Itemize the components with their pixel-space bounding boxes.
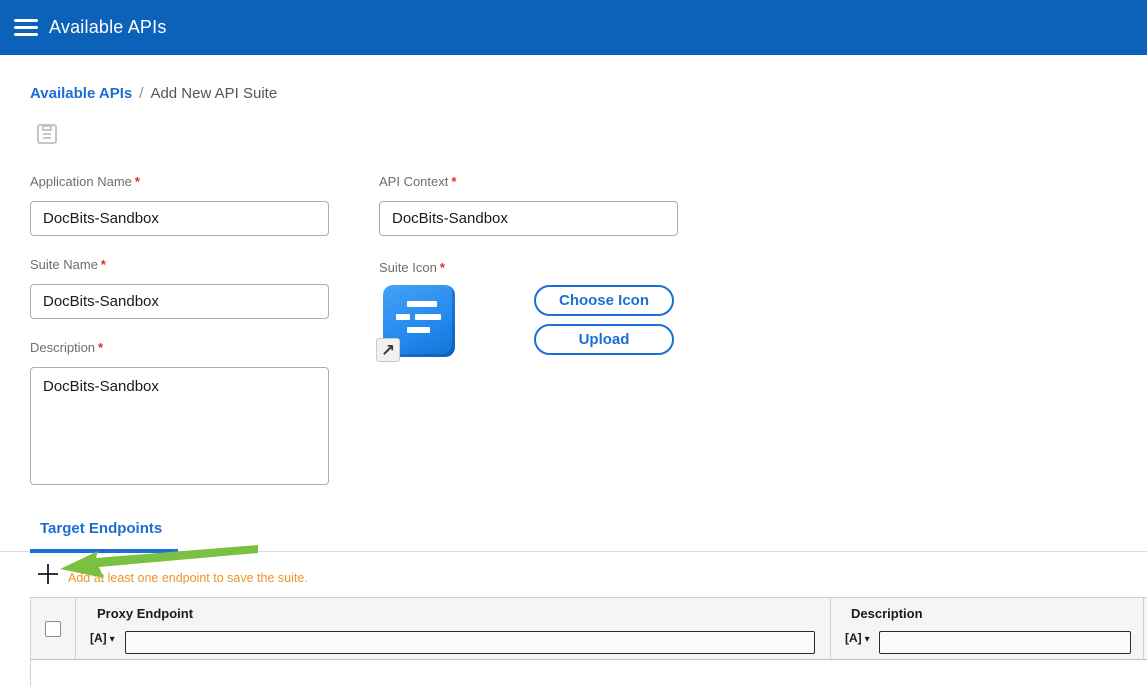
table-body-empty xyxy=(30,660,1147,686)
select-all-cell xyxy=(31,598,76,659)
tab-target-endpoints[interactable]: Target Endpoints xyxy=(40,520,162,537)
chevron-down-icon: ▾ xyxy=(110,634,115,645)
table-header-row: Proxy Endpoint [A]▾ Description [A]▾ xyxy=(30,597,1147,660)
select-all-checkbox[interactable] xyxy=(45,621,61,637)
description-textarea[interactable]: DocBits-Sandbox xyxy=(30,367,329,485)
api-context-label: API Context* xyxy=(379,174,456,189)
suite-icon-preview: ↗ xyxy=(383,285,455,357)
external-link-icon: ↗ xyxy=(376,338,400,362)
hamburger-menu-icon[interactable] xyxy=(14,19,38,36)
app-header: Available APIs xyxy=(0,0,1147,55)
description-filter-operator-dropdown[interactable]: [A]▾ xyxy=(845,631,870,645)
app-title: Available APIs xyxy=(49,17,167,38)
required-marker: * xyxy=(101,257,106,272)
breadcrumb-separator: / xyxy=(139,85,143,102)
page: Available APIs Available APIs / Add New AP… xyxy=(0,0,1147,686)
required-marker: * xyxy=(135,174,140,189)
description-column-title: Description xyxy=(851,606,923,621)
required-marker: * xyxy=(98,340,103,355)
api-context-input[interactable] xyxy=(379,201,678,236)
chevron-down-icon: ▾ xyxy=(865,634,870,645)
required-marker: * xyxy=(440,260,445,275)
suite-name-label: Suite Name* xyxy=(30,257,106,272)
proxy-endpoint-column-header: Proxy Endpoint [A]▾ xyxy=(76,598,831,659)
description-filter-input[interactable] xyxy=(879,631,1131,654)
suite-icon-label: Suite Icon* xyxy=(379,260,445,275)
choose-icon-button[interactable]: Choose Icon xyxy=(534,285,674,316)
suite-name-input[interactable] xyxy=(30,284,329,319)
active-tab-underline xyxy=(30,549,178,553)
proxy-endpoint-filter-input[interactable] xyxy=(125,631,815,654)
proxy-endpoint-column-title: Proxy Endpoint xyxy=(97,606,193,621)
save-icon xyxy=(36,123,58,145)
application-name-input[interactable] xyxy=(30,201,329,236)
proxy-filter-operator-dropdown[interactable]: [A]▾ xyxy=(90,631,115,645)
endpoint-hint-text: Add at least one endpoint to save the su… xyxy=(68,571,308,585)
breadcrumb-current: Add New API Suite xyxy=(150,85,277,102)
plus-icon xyxy=(37,563,59,585)
required-marker: * xyxy=(451,174,456,189)
application-name-label: Application Name* xyxy=(30,174,140,189)
breadcrumb: Available APIs / Add New API Suite xyxy=(30,85,277,102)
upload-button[interactable]: Upload xyxy=(534,324,674,355)
endpoints-table: Proxy Endpoint [A]▾ Description [A]▾ xyxy=(30,597,1147,686)
add-endpoint-button[interactable] xyxy=(37,563,59,585)
description-label: Description* xyxy=(30,340,103,355)
breadcrumb-link-available-apis[interactable]: Available APIs xyxy=(30,85,132,102)
save-button[interactable] xyxy=(36,123,58,145)
description-column-header: Description [A]▾ xyxy=(831,598,1144,659)
